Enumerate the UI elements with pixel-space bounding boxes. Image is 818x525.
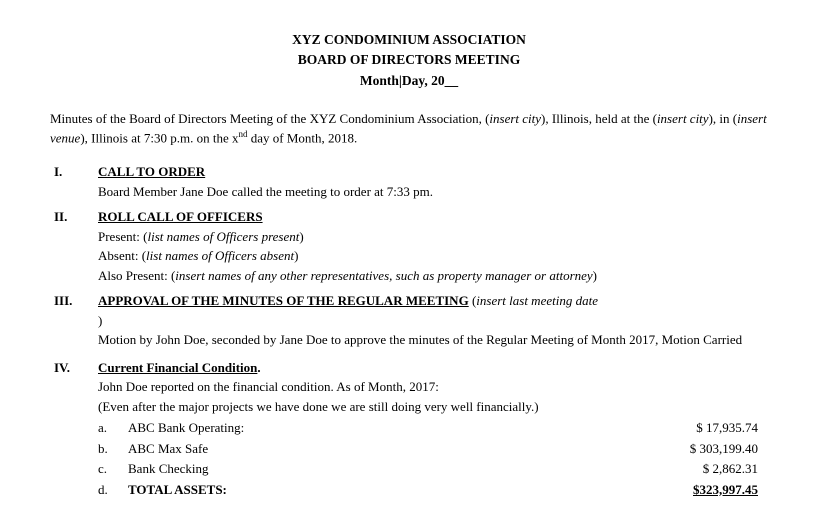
section-iii-heading: APPROVAL OF THE MINUTES OF THE REGULAR M… [98, 293, 469, 308]
section-iii-body: Motion by John Doe, seconded by Jane Doe… [98, 332, 742, 347]
header-line2: BOARD OF DIRECTORS MEETING [50, 50, 768, 70]
fi-amount-d: $323,997.45 [648, 480, 768, 500]
fi-amount-b: $ 303,199.40 [648, 439, 768, 459]
section-iv-period: . [257, 360, 260, 375]
header-line1: XYZ CONDOMINIUM ASSOCIATION [50, 30, 768, 50]
section-iii-insert-italic: insert last meeting date [476, 293, 598, 308]
fi-desc-c: Bank Checking [128, 459, 648, 479]
sections-container: I. CALL TO ORDER Board Member Jane Doe c… [50, 162, 768, 500]
fi-amount-a: $ 17,935.74 [648, 418, 768, 438]
header-year-blank: __ [445, 73, 459, 88]
fi-letter-c: c. [98, 459, 128, 479]
intro-insert-city1: insert city [489, 111, 541, 126]
section-i-body: Board Member Jane Doe called the meeting… [98, 184, 433, 199]
section-ii: II. ROLL CALL OF OFFICERS Present: (list… [50, 207, 768, 285]
section-i-heading: CALL TO ORDER [98, 164, 205, 179]
financial-item-a: a. ABC Bank Operating: $ 17,935.74 [98, 418, 768, 438]
section-ii-also-label: Also Present: ( [98, 268, 175, 283]
section-ii-absent-label: Absent: ( [98, 248, 146, 263]
intro-paragraph: Minutes of the Board of Directors Meetin… [50, 109, 768, 148]
section-i-content: CALL TO ORDER Board Member Jane Doe call… [98, 162, 768, 201]
section-iv-intro2: (Even after the major projects we have d… [98, 399, 539, 414]
header-month: Month [360, 73, 399, 88]
section-iii: III. APPROVAL OF THE MINUTES OF THE REGU… [50, 291, 768, 350]
section-ii-content: ROLL CALL OF OFFICERS Present: (list nam… [98, 207, 768, 285]
financial-list: a. ABC Bank Operating: $ 17,935.74 b. AB… [98, 418, 768, 499]
header-day: Day, 20 [402, 73, 445, 88]
fi-desc-d: TOTAL ASSETS: [128, 480, 648, 500]
section-iv-heading: Current Financial Condition [98, 360, 257, 375]
section-i: I. CALL TO ORDER Board Member Jane Doe c… [50, 162, 768, 201]
section-iv: IV. Current Financial Condition. John Do… [50, 358, 768, 501]
financial-item-c: c. Bank Checking $ 2,862.31 [98, 459, 768, 479]
fi-desc-a: ABC Bank Operating: [128, 418, 648, 438]
intro-insert-city2: insert city [657, 111, 709, 126]
section-iii-content: APPROVAL OF THE MINUTES OF THE REGULAR M… [98, 291, 768, 350]
financial-item-d: d. TOTAL ASSETS: $323,997.45 [98, 480, 768, 500]
section-ii-number: II. [50, 207, 98, 285]
fi-amount-c: $ 2,862.31 [648, 459, 768, 479]
section-iii-insert-end: ) [98, 313, 102, 328]
section-iv-content: Current Financial Condition. John Doe re… [98, 358, 768, 501]
section-ii-also-italic: insert names of any other representative… [175, 268, 592, 283]
page: XYZ CONDOMINIUM ASSOCIATION BOARD OF DIR… [0, 0, 818, 525]
financial-item-b: b. ABC Max Safe $ 303,199.40 [98, 439, 768, 459]
document-header: XYZ CONDOMINIUM ASSOCIATION BOARD OF DIR… [50, 30, 768, 91]
fi-letter-d: d. [98, 480, 128, 500]
fi-letter-b: b. [98, 439, 128, 459]
section-ii-present-italic: list names of Officers present [147, 229, 299, 244]
section-iv-number: IV. [50, 358, 98, 501]
header-line3: Month|Day, 20__ [50, 71, 768, 91]
fi-letter-a: a. [98, 418, 128, 438]
intro-text5: day of Month, 2018. [247, 131, 357, 146]
section-ii-present-label: Present: ( [98, 229, 147, 244]
intro-text4: ), Illinois at 7:30 p.m. on the x [80, 131, 238, 146]
fi-desc-b: ABC Max Safe [128, 439, 648, 459]
section-ii-present-end: ) [299, 229, 303, 244]
intro-text2: ), Illinois, held at the ( [541, 111, 657, 126]
section-ii-absent-end: ) [294, 248, 298, 263]
intro-text3: ), in ( [709, 111, 738, 126]
section-ii-also-end: ) [593, 268, 597, 283]
section-iii-number: III. [50, 291, 98, 350]
section-ii-absent-italic: list names of Officers absent [146, 248, 294, 263]
section-iv-intro1: John Doe reported on the financial condi… [98, 379, 439, 394]
section-ii-heading: ROLL CALL OF OFFICERS [98, 209, 263, 224]
section-i-number: I. [50, 162, 98, 201]
intro-text1: Minutes of the Board of Directors Meetin… [50, 111, 489, 126]
